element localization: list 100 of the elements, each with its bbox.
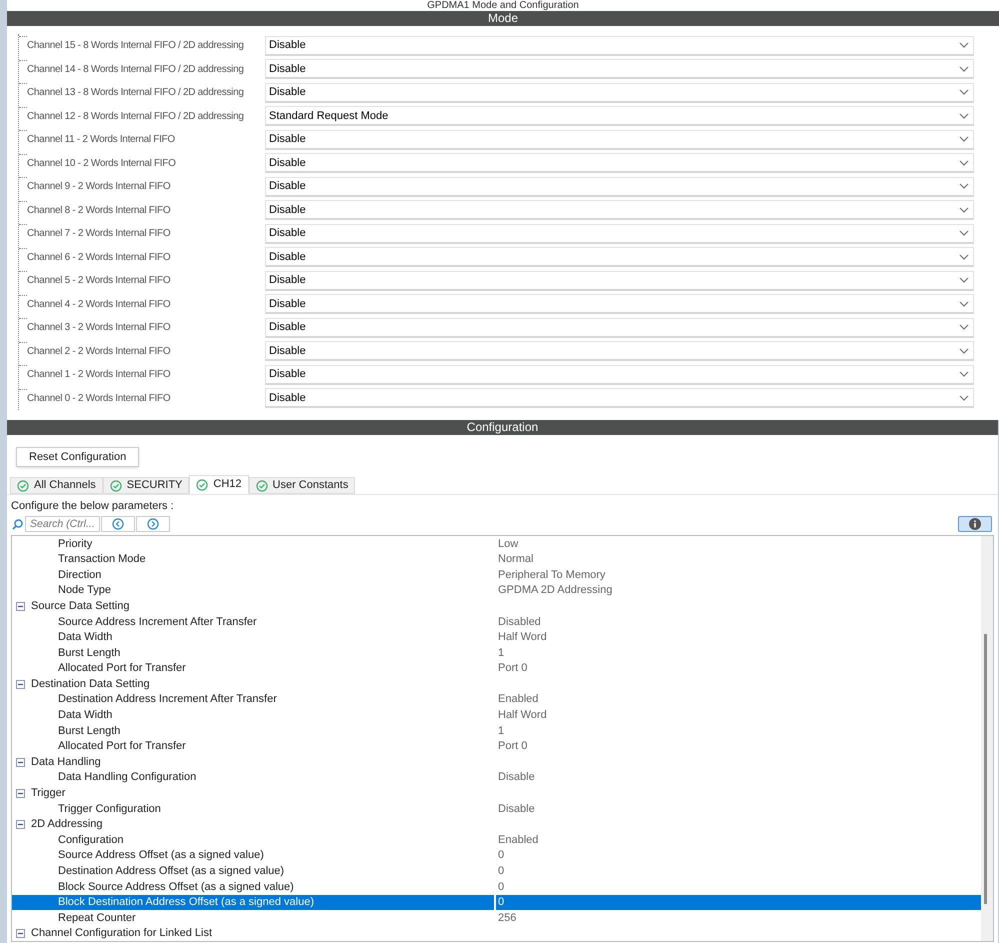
channel-label: Channel 8 - 2 Words Internal FIFO <box>27 204 172 218</box>
channel-label: Channel 14 - 8 Words Internal FIFO / 2D addressing <box>27 62 245 77</box>
mode-dropdown[interactable]: Disable <box>265 82 974 103</box>
check-circle-icon <box>256 480 268 492</box>
channel-label: Channel 11 - 2 Words Internal FIFO <box>27 133 176 148</box>
dropdown-value: Standard Request Mode <box>269 108 388 124</box>
channel-label: Channel 3 - 2 Words Internal FIFO <box>27 321 172 336</box>
chevron-down-icon <box>959 136 969 142</box>
tab[interactable]: SECURITY <box>102 477 190 494</box>
parameter-label: Source Address Increment After Transfer <box>57 614 258 630</box>
mode-dropdown[interactable]: Disable <box>265 247 974 268</box>
mode-dropdown[interactable]: Disable <box>265 294 974 314</box>
parameter-row[interactable]: Transaction Mode Normal <box>12 552 981 568</box>
mode-dropdown[interactable]: Disable <box>265 341 974 362</box>
dropdown-value: Disable <box>269 132 306 147</box>
info-button[interactable] <box>958 516 992 532</box>
group-label: Source Data Setting <box>31 598 130 614</box>
channel-label: Channel 9 - 2 Words Internal FIFO <box>27 180 172 194</box>
parameter-row[interactable]: Data Handling Configuration Disable <box>12 770 981 786</box>
tab[interactable]: CH12 <box>189 475 249 494</box>
mode-dropdown[interactable]: Disable <box>265 318 974 338</box>
parameter-row[interactable]: Configuration Enabled <box>12 832 981 848</box>
chevron-down-icon <box>959 66 969 72</box>
parameter-row[interactable]: Priority Low <box>12 536 981 552</box>
chevron-down-icon <box>959 277 969 284</box>
parameter-row[interactable]: Source Address Offset (as a signed value) 0 <box>12 848 981 864</box>
parameter-label: Data Width <box>57 708 114 724</box>
parameter-value: 0 <box>494 894 504 910</box>
chevron-down-icon <box>959 371 969 378</box>
mode-dropdown[interactable]: Disable <box>265 36 974 56</box>
parameter-row[interactable]: Trigger Configuration Disable <box>12 801 981 817</box>
mode-dropdown[interactable]: Disable <box>265 200 974 220</box>
chevron-down-icon <box>959 89 969 96</box>
parameter-row[interactable]: Data Width Half Word <box>12 708 981 724</box>
section-header: Mode <box>7 11 999 26</box>
channel-label: Channel 15 - 8 Words Internal FIFO / 2D addressing <box>27 39 245 54</box>
mode-dropdown[interactable]: Disable <box>265 130 974 150</box>
tree-group-row[interactable]: Destination Data Setting <box>12 676 981 692</box>
mode-dropdown[interactable]: Disable <box>265 176 974 197</box>
parameter-label: Direction <box>57 568 102 583</box>
collapse-icon[interactable] <box>16 602 25 611</box>
parameter-row[interactable]: Direction Peripheral To Memory <box>12 567 981 583</box>
scrollbar[interactable] <box>981 536 993 942</box>
group-label: Destination Data Setting <box>31 676 150 692</box>
parameter-row[interactable]: Destination Address Increment After Transfer Enabled <box>12 692 981 708</box>
group-label: 2D Addressing <box>31 817 103 832</box>
parameter-row[interactable]: Node Type GPDMA 2D Addressing <box>12 582 981 598</box>
parameter-row[interactable]: Burst Length 1 <box>12 723 981 739</box>
mode-dropdown[interactable]: Disable <box>265 388 974 408</box>
section-header: Configuration <box>7 420 998 435</box>
chevron-down-icon <box>959 42 969 48</box>
collapse-icon[interactable] <box>16 788 25 798</box>
check-circle-icon <box>17 480 29 492</box>
chevron-down-icon <box>959 394 969 401</box>
dropdown-value: Disable <box>269 156 306 170</box>
parameter-row[interactable]: Destination Address Offset (as a signed value) 0 <box>12 863 981 880</box>
mode-dropdown[interactable]: Disable <box>265 224 974 244</box>
chevron-down-icon <box>959 230 969 236</box>
previous-button[interactable] <box>101 516 135 532</box>
parameter-row[interactable]: Burst Length 1 <box>12 645 981 661</box>
parameter-label: Source Address Offset (as a signed value) <box>57 848 265 864</box>
group-label: Data Handling <box>31 754 101 770</box>
tree-group-row[interactable]: 2D Addressing <box>12 816 981 832</box>
tree-group-row[interactable]: Trigger <box>12 786 981 802</box>
mode-dropdown[interactable]: Standard Request Mode <box>265 106 974 126</box>
mode-dropdown[interactable]: Disable <box>265 270 974 291</box>
mode-dropdown[interactable]: Disable <box>265 59 974 80</box>
parameter-row[interactable]: Block Source Address Offset (as a signed value) 0 <box>12 879 981 895</box>
tree-group-row[interactable]: Source Data Setting <box>12 598 981 614</box>
dropdown-value: Disable <box>269 202 306 218</box>
reset-configuration-button[interactable]: Reset Configuration <box>16 447 140 468</box>
parameter-row[interactable]: Allocated Port for Transfer Port 0 <box>12 738 981 754</box>
tree-group-row[interactable]: Channel Configuration for Linked List <box>12 926 981 942</box>
collapse-icon[interactable] <box>16 680 25 689</box>
collapse-icon[interactable] <box>16 929 25 938</box>
chevron-down-icon <box>959 254 969 260</box>
tab[interactable]: User Constants <box>248 477 356 494</box>
tree-group-row[interactable]: Data Handling <box>12 754 981 770</box>
parameter-row[interactable]: Block Destination Address Offset (as a signed value) 0 <box>12 894 981 910</box>
parameter-value: Disabled <box>497 614 541 630</box>
parameter-label: Burst Length <box>57 724 122 739</box>
collapse-icon[interactable] <box>16 758 25 767</box>
next-button[interactable] <box>136 516 170 532</box>
right-arrow-circle-icon <box>147 518 159 530</box>
collapse-icon[interactable] <box>16 820 25 829</box>
channel-label: Channel 4 - 2 Words Internal FIFO <box>27 298 172 312</box>
parameter-row[interactable]: Repeat Counter 256 <box>12 910 981 926</box>
mode-dropdown[interactable]: Disable <box>265 364 974 385</box>
tab[interactable]: All Channels <box>10 477 103 494</box>
parameter-value: Low <box>497 536 518 552</box>
search-field[interactable]: Search (Ctrl... <box>25 516 100 532</box>
parameter-row[interactable]: Source Address Increment After Transfer Disabled <box>12 614 981 630</box>
channel-label: Channel 13 - 8 Words Internal FIFO / 2D addressing <box>27 86 245 100</box>
parameter-row[interactable]: Data Width Half Word <box>12 630 981 646</box>
parameter-label: Configuration <box>57 832 124 848</box>
parameter-row[interactable]: Allocated Port for Transfer Port 0 <box>12 660 981 676</box>
parameter-label: Repeat Counter <box>57 910 137 926</box>
channel-label: Channel 12 - 8 Words Internal FIFO / 2D addressing <box>27 110 245 124</box>
mode-dropdown[interactable]: Disable <box>265 153 974 174</box>
parameter-label: Data Width <box>57 630 114 646</box>
